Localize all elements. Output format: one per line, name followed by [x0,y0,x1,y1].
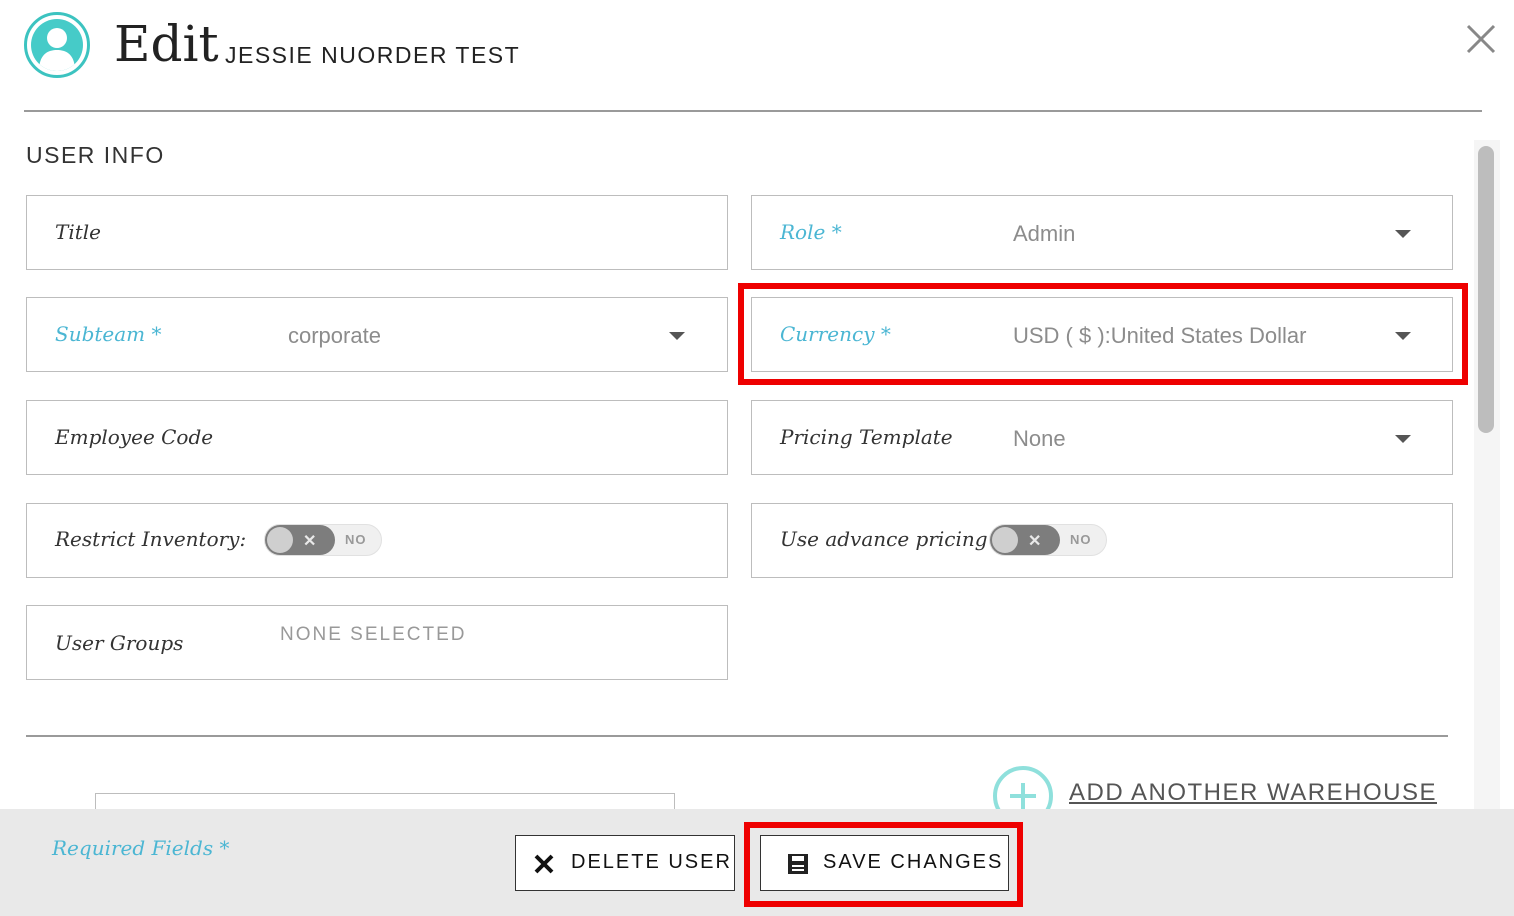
caret-down-icon [1395,332,1411,340]
toggle-state: NO [1070,532,1092,547]
save-changes-button[interactable]: SAVE CHANGES [760,835,1009,891]
modal-footer: Required Fields * DELETE USER SAVE CHANG… [0,809,1514,916]
close-icon[interactable] [1462,20,1500,58]
currency-label: Currency * [780,322,891,346]
caret-down-icon [1395,435,1411,443]
scrollbar-thumb[interactable] [1478,146,1494,433]
use-advance-pricing-field: Use advance pricing ✕ NO [751,503,1453,578]
restrict-inventory-toggle[interactable]: ✕ NO [264,524,382,556]
user-groups-label: User Groups [55,631,184,655]
caret-down-icon [1395,230,1411,238]
user-groups-field[interactable]: User Groups NONE SELECTED [26,605,728,680]
role-value: Admin [1013,221,1076,246]
warehouse-select[interactable] [95,793,675,809]
modal-header: Edit JESSIE NUORDER TEST [0,0,1514,112]
add-warehouse-link[interactable]: ADD ANOTHER WAREHOUSE [1069,779,1437,807]
x-icon: ✕ [1028,533,1042,550]
user-avatar-icon [24,12,90,78]
use-advance-pricing-label: Use advance pricing [780,527,988,551]
role-select[interactable]: Role * Admin [751,195,1453,270]
use-advance-pricing-toggle[interactable]: ✕ NO [989,524,1107,556]
subteam-value: corporate [288,323,381,348]
employee-code-field[interactable]: Employee Code [26,400,728,475]
user-info-form: USER INFO Title Role * Admin Subteam * c… [0,112,1470,809]
delete-user-button[interactable]: DELETE USER [515,835,735,891]
subteam-label: Subteam * [55,322,162,346]
section-title: USER INFO [26,142,165,168]
currency-value: USD ( $ ):United States Dollar [1013,323,1307,348]
pricing-template-label: Pricing Template [780,425,953,449]
plus-circle-icon[interactable] [993,766,1053,809]
title-label: Title [55,220,102,244]
user-groups-value: NONE SELECTED [280,624,467,645]
caret-down-icon [669,332,685,340]
role-label: Role * [780,220,842,244]
employee-code-label: Employee Code [55,425,214,449]
floppy-disk-icon [788,854,808,874]
subteam-select[interactable]: Subteam * corporate [26,297,728,372]
delete-user-label: DELETE USER [571,851,732,873]
save-changes-label: SAVE CHANGES [823,851,1004,873]
restrict-inventory-label: Restrict Inventory: [55,527,247,551]
user-name: JESSIE NUORDER TEST [225,42,521,68]
page-title: Edit [114,15,219,73]
x-icon: ✕ [303,533,317,550]
restrict-inventory-field: Restrict Inventory: ✕ NO [26,503,728,578]
pricing-template-value: None [1013,426,1066,451]
toggle-state: NO [345,532,367,547]
section-divider [26,735,1448,737]
title-field[interactable]: Title [26,195,728,270]
required-fields-note: Required Fields * [52,836,230,860]
currency-select[interactable]: Currency * USD ( $ ):United States Dolla… [751,297,1453,372]
x-icon [534,854,554,874]
pricing-template-select[interactable]: Pricing Template None [751,400,1453,475]
